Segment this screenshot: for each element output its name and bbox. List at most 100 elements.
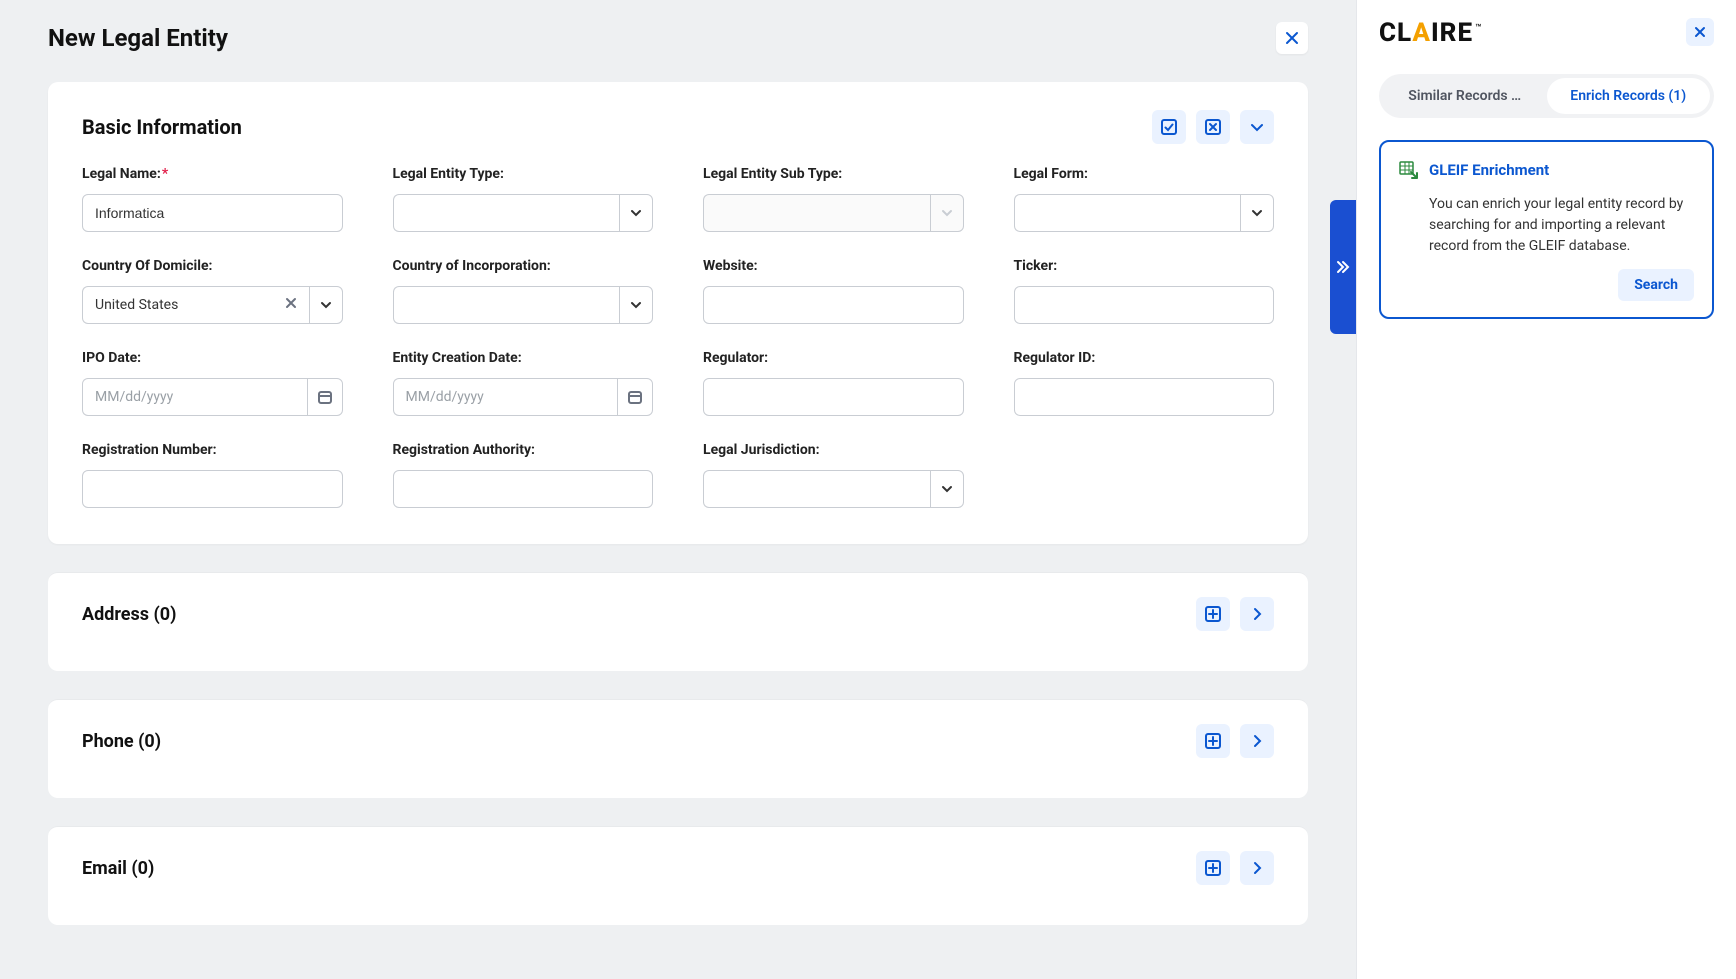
close-icon: [1284, 30, 1300, 46]
close-sidebar-button[interactable]: [1686, 18, 1714, 46]
field-label: Regulator:: [703, 350, 964, 366]
expand-phone-button[interactable]: [1240, 724, 1274, 758]
field-label: Country Of Domicile:: [82, 258, 343, 274]
close-dialog-button[interactable]: [1276, 22, 1308, 54]
collapse-section-button[interactable]: [1240, 110, 1274, 144]
country-incorporation-select[interactable]: [393, 286, 654, 324]
legal-name-input[interactable]: [83, 195, 342, 231]
field-country-incorporation: Country of Incorporation:: [393, 258, 654, 324]
field-regulator: Regulator:: [703, 350, 964, 416]
phone-panel: Phone (0): [48, 699, 1308, 798]
regulator-input[interactable]: [704, 379, 963, 415]
chevron-right-icon: [1249, 733, 1265, 749]
date-placeholder: MM/dd/yyyy: [82, 378, 307, 416]
regulator-input-wrap: [703, 378, 964, 416]
basic-information-panel: Basic Information Legal Name:* Lega: [48, 82, 1308, 544]
section-head: Email (0): [82, 851, 1274, 885]
select-text: [393, 194, 620, 232]
calendar-icon: [317, 389, 333, 405]
registration-authority-input[interactable]: [394, 471, 653, 507]
cancel-section-button[interactable]: [1196, 110, 1230, 144]
website-input-wrap: [703, 286, 964, 324]
field-label: IPO Date:: [82, 350, 343, 366]
form-grid: Legal Name:* Legal Entity Type: Legal En…: [82, 166, 1274, 508]
legal-entity-type-select[interactable]: [393, 194, 654, 232]
entity-creation-date-input[interactable]: MM/dd/yyyy: [393, 378, 654, 416]
regulator-id-input[interactable]: [1015, 379, 1274, 415]
required-marker: *: [162, 166, 168, 182]
ipo-date-input[interactable]: MM/dd/yyyy: [82, 378, 343, 416]
section-title: Address (0): [82, 604, 176, 625]
gleif-enrichment-card: GLEIF Enrichment You can enrich your leg…: [1379, 140, 1714, 319]
sidebar-toggle-rail[interactable]: [1330, 200, 1356, 334]
registration-number-input-wrap: [82, 470, 343, 508]
x-square-icon: [1204, 118, 1222, 136]
calendar-button[interactable]: [617, 378, 653, 416]
chevron-down-icon: [319, 298, 333, 312]
legal-jurisdiction-select[interactable]: [703, 470, 964, 508]
double-chevron-right-icon: [1334, 258, 1352, 276]
brand-part-1: CL: [1379, 18, 1412, 48]
add-address-button[interactable]: [1196, 597, 1230, 631]
legal-form-select[interactable]: [1014, 194, 1275, 232]
label-text: Legal Name:: [82, 166, 161, 182]
brand-tm: ™: [1475, 23, 1482, 34]
confirm-section-button[interactable]: [1152, 110, 1186, 144]
select-caret[interactable]: [619, 194, 653, 232]
field-label: Legal Jurisdiction:: [703, 442, 964, 458]
close-icon: [1693, 25, 1707, 39]
select-text: United States: [82, 286, 309, 324]
registration-number-input[interactable]: [83, 471, 342, 507]
brand-row: CLAIRE™: [1379, 18, 1714, 48]
field-label: Legal Form:: [1014, 166, 1275, 182]
select-caret[interactable]: [1240, 194, 1274, 232]
field-ipo-date: IPO Date: MM/dd/yyyy: [82, 350, 343, 416]
field-legal-jurisdiction: Legal Jurisdiction:: [703, 442, 964, 508]
card-title: GLEIF Enrichment: [1429, 161, 1549, 179]
expand-address-button[interactable]: [1240, 597, 1274, 631]
calendar-icon: [627, 389, 643, 405]
expand-email-button[interactable]: [1240, 851, 1274, 885]
main-column: New Legal Entity Basic Information: [0, 0, 1356, 979]
field-registration-number: Registration Number:: [82, 442, 343, 508]
website-input[interactable]: [704, 287, 963, 323]
section-title: Phone (0): [82, 731, 161, 752]
calendar-button[interactable]: [307, 378, 343, 416]
select-text: [1014, 194, 1241, 232]
clear-selection-button[interactable]: [285, 297, 297, 313]
field-legal-entity-type: Legal Entity Type:: [393, 166, 654, 232]
tab-similar-records[interactable]: Similar Records …: [1383, 78, 1547, 114]
chevron-right-icon: [1249, 606, 1265, 622]
chevron-down-icon: [940, 482, 954, 496]
page-title: New Legal Entity: [48, 24, 228, 52]
claire-sidebar: CLAIRE™ Similar Records … Enrich Records…: [1356, 0, 1736, 979]
address-panel: Address (0): [48, 572, 1308, 671]
plus-square-icon: [1204, 732, 1222, 750]
ticker-input[interactable]: [1015, 287, 1274, 323]
email-panel: Email (0): [48, 826, 1308, 925]
field-label: Registration Number:: [82, 442, 343, 458]
search-gleif-button[interactable]: Search: [1618, 269, 1694, 301]
section-title: Email (0): [82, 858, 154, 879]
brand-part-2: IRE: [1431, 18, 1473, 48]
field-label: Legal Entity Type:: [393, 166, 654, 182]
card-actions: Search: [1399, 269, 1694, 301]
add-email-button[interactable]: [1196, 851, 1230, 885]
select-caret[interactable]: [619, 286, 653, 324]
add-phone-button[interactable]: [1196, 724, 1230, 758]
select-text: [703, 194, 930, 232]
tab-enrich-records[interactable]: Enrich Records (1): [1547, 78, 1711, 114]
field-legal-form: Legal Form:: [1014, 166, 1275, 232]
brand-logo: CLAIRE™: [1379, 18, 1482, 48]
select-caret[interactable]: [930, 470, 964, 508]
field-label: Regulator ID:: [1014, 350, 1275, 366]
brand-part-a: A: [1412, 18, 1431, 48]
field-registration-authority: Registration Authority:: [393, 442, 654, 508]
chevron-down-icon: [629, 206, 643, 220]
field-label: Registration Authority:: [393, 442, 654, 458]
select-caret[interactable]: [309, 286, 343, 324]
chevron-down-icon: [940, 206, 954, 220]
ticker-input-wrap: [1014, 286, 1275, 324]
country-domicile-select[interactable]: United States: [82, 286, 343, 324]
table-arrow-icon: [1399, 160, 1419, 180]
